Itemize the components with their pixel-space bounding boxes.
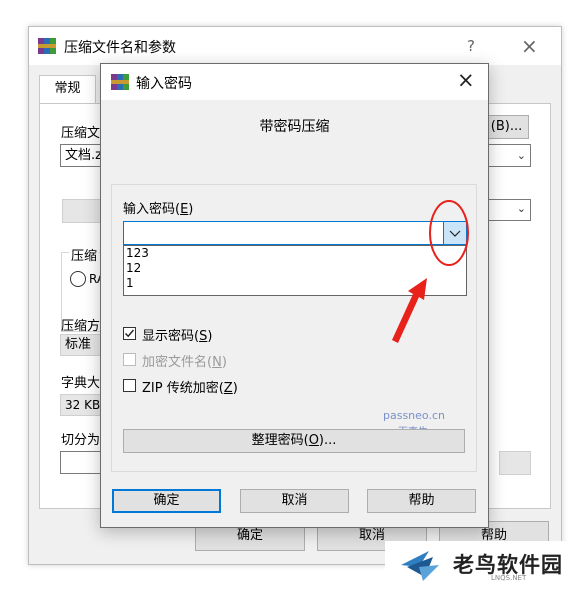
bird-logo-icon	[401, 551, 439, 581]
annotation-arrow	[392, 278, 427, 343]
brand-logo: 老鸟软件园 LNQS.NET	[385, 541, 585, 591]
annotation-overlay	[392, 200, 469, 343]
brand-url: LNQS.NET	[491, 574, 527, 582]
highlight-circle	[429, 200, 469, 266]
